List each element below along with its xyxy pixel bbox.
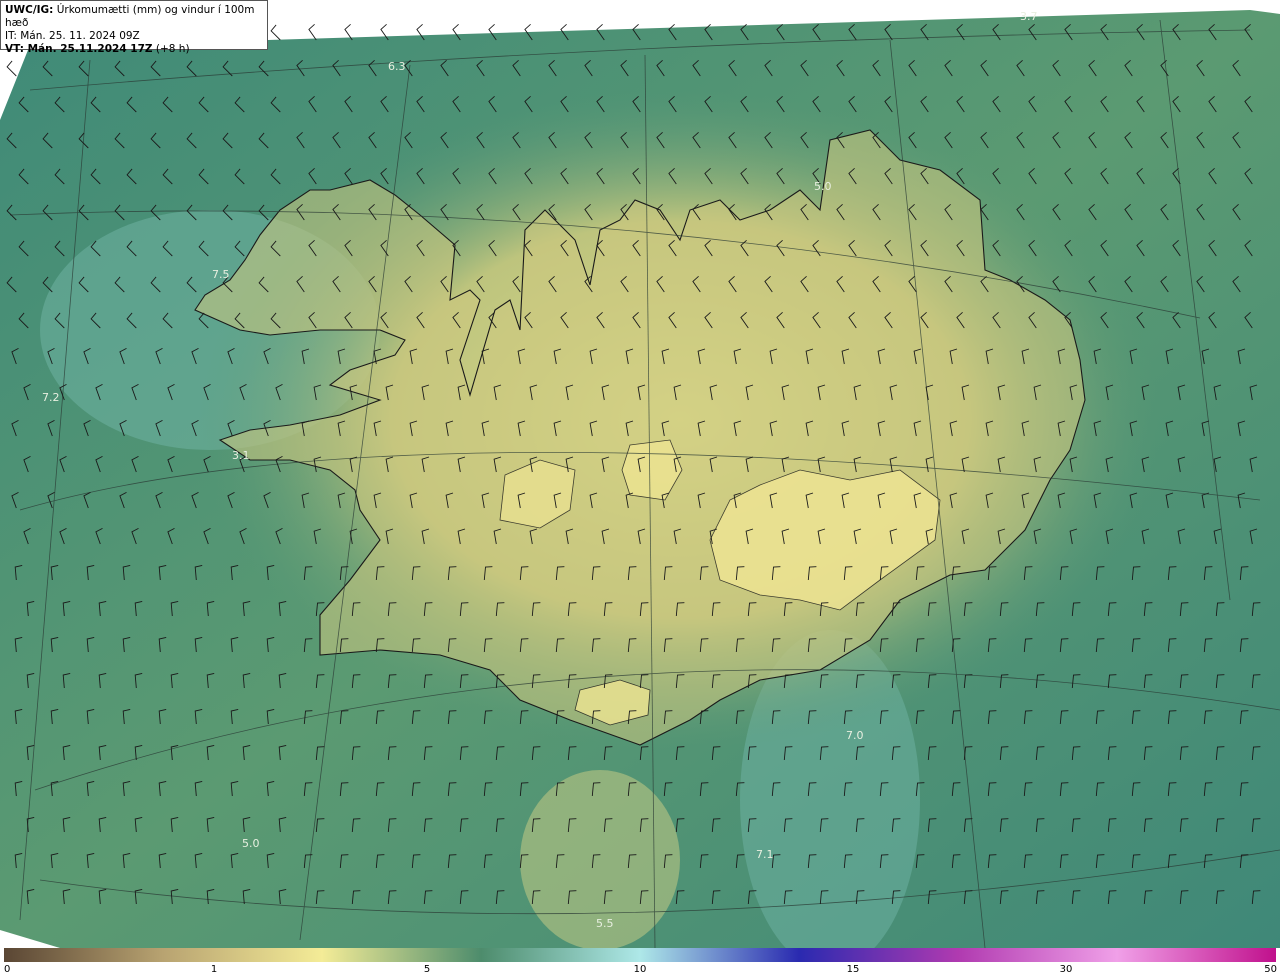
value-label-3-7: 3.7 <box>1020 10 1038 23</box>
value-label-5-5: 5.5 <box>596 917 614 930</box>
colorbar-tick-1: 1 <box>210 964 218 975</box>
value-label-7-2: 7.2 <box>42 391 60 404</box>
valid-time: VT: Mán. 25.11.2024 17Z <box>5 43 153 55</box>
value-label-6-3: 6.3 <box>388 60 406 73</box>
value-label-5-0-south: 5.0 <box>242 837 260 850</box>
colorbar-tick-10: 10 <box>633 964 647 975</box>
value-label-7-1: 7.1 <box>756 848 774 861</box>
issue-time: IT: Mán. 25. 11. 2024 09Z <box>5 30 140 42</box>
product-code: UWC/IG: <box>5 4 54 16</box>
colorbar-strip <box>4 948 1276 962</box>
colorbar-tick-30: 30 <box>1059 964 1073 975</box>
colorbar-tick-5: 5 <box>423 964 431 975</box>
forecast-info-box: UWC/IG: Úrkomumætti (mm) og vindur í 100… <box>0 0 268 55</box>
colorbar-tick-15: 15 <box>846 964 860 975</box>
product-title-line: UWC/IG: Úrkomumætti (mm) og vindur í 100… <box>5 4 263 30</box>
value-label-3-1: 3.1 <box>232 449 250 462</box>
colorbar-tick-50: 50 <box>1264 964 1277 975</box>
value-label-7-5: 7.5 <box>212 268 230 281</box>
colorbar: 0 1 5 10 15 30 50 <box>0 948 1280 978</box>
value-label-7-0: 7.0 <box>846 729 864 742</box>
lead-time: (+8 h) <box>155 43 190 55</box>
colorbar-tick-0: 0 <box>4 964 11 975</box>
valid-time-line: VT: Mán. 25.11.2024 17Z (+8 h) <box>5 43 263 56</box>
value-label-5-0-north: 5.0 <box>814 180 832 193</box>
forecast-map: 3.7 6.3 5.0 7.5 7.2 3.1 7.0 7.1 5.0 5.5 <box>0 0 1280 948</box>
